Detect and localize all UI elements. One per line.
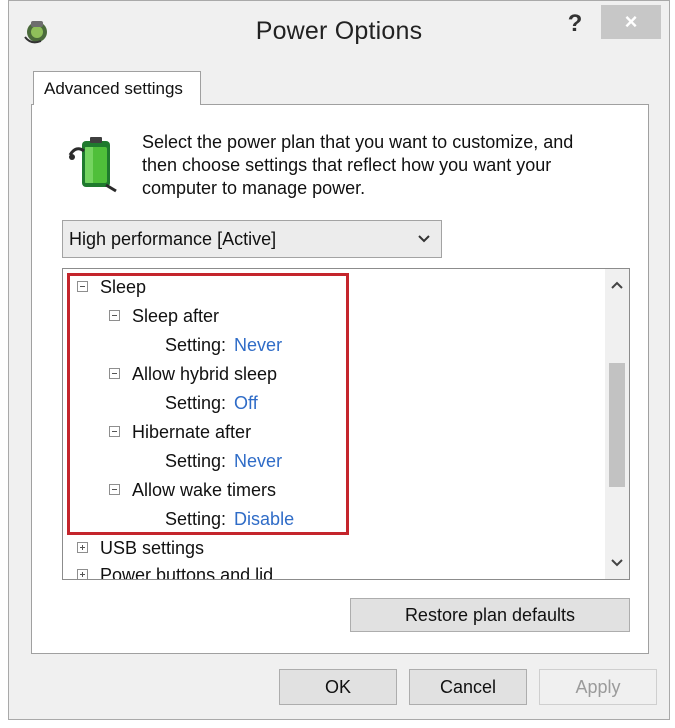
settings-tree[interactable]: Sleep Sleep after Setting: Never Allow hy… [62,268,630,580]
setting-label: Setting: [165,451,227,471]
tree-item-label: Sleep after [132,306,220,326]
power-plan-select-value: High performance [Active] [69,229,277,249]
close-button[interactable]: × [601,5,661,39]
scroll-up-icon[interactable] [611,281,623,289]
setting-row: Setting: Never [165,331,282,359]
intro-text: Select the power plan that you want to c… [142,132,574,198]
tree-item-power-buttons[interactable]: Power buttons and lid [77,561,274,580]
tree-item-label: Power buttons and lid [100,565,274,580]
expand-icon[interactable] [77,541,88,553]
setting-value-link[interactable]: Disable [234,509,294,529]
setting-value-link[interactable]: Never [234,451,282,471]
advanced-settings-panel: Select the power plan that you want to c… [31,104,649,654]
setting-row: Setting: Never [165,447,282,475]
tree-item-label: Allow hybrid sleep [132,364,278,384]
setting-label: Setting: [165,509,227,529]
setting-row: Setting: Disable [165,505,294,533]
tree-item-label: Sleep [100,277,147,297]
setting-row: Setting: Off [165,389,258,417]
collapse-icon[interactable] [109,425,120,437]
tree-item-label: USB settings [100,538,205,558]
vertical-scrollbar[interactable] [605,269,629,579]
chevron-down-icon [418,235,430,243]
scroll-down-icon[interactable] [611,559,623,567]
tree-item-label: Allow wake timers [132,480,277,500]
collapse-icon[interactable] [109,367,120,379]
setting-value-link[interactable]: Never [234,335,282,355]
ok-button[interactable]: OK [279,669,397,705]
tab-advanced-settings[interactable]: Advanced settings [33,71,201,105]
power-plan-select[interactable]: High performance [Active] [62,220,442,258]
collapse-icon[interactable] [109,483,120,495]
restore-plan-defaults-button[interactable]: Restore plan defaults [350,598,630,632]
setting-value-link[interactable]: Off [234,393,258,413]
apply-button[interactable]: Apply [539,669,657,705]
tree-item-label: Hibernate after [132,422,252,442]
tree-item-hibernate-after[interactable]: Hibernate after [109,418,251,446]
collapse-icon[interactable] [109,309,120,321]
power-options-dialog: Power Options ? × Advanced settings Sele… [8,0,670,720]
tree-item-allow-hybrid-sleep[interactable]: Allow hybrid sleep [109,360,277,388]
tree-item-usb-settings[interactable]: USB settings [77,534,204,562]
cancel-button[interactable]: Cancel [409,669,527,705]
battery-plan-icon [68,137,117,193]
title-bar: Power Options ? × [9,1,669,59]
tree-item-allow-wake-timers[interactable]: Allow wake timers [109,476,276,504]
tree-item-sleep-after[interactable]: Sleep after [109,302,219,330]
setting-label: Setting: [165,393,227,413]
scrollbar-thumb[interactable] [609,363,625,487]
setting-label: Setting: [165,335,227,355]
collapse-icon[interactable] [77,280,88,292]
help-button[interactable]: ? [561,9,589,39]
tree-item-sleep[interactable]: Sleep [77,273,146,301]
expand-icon[interactable] [77,568,88,579]
